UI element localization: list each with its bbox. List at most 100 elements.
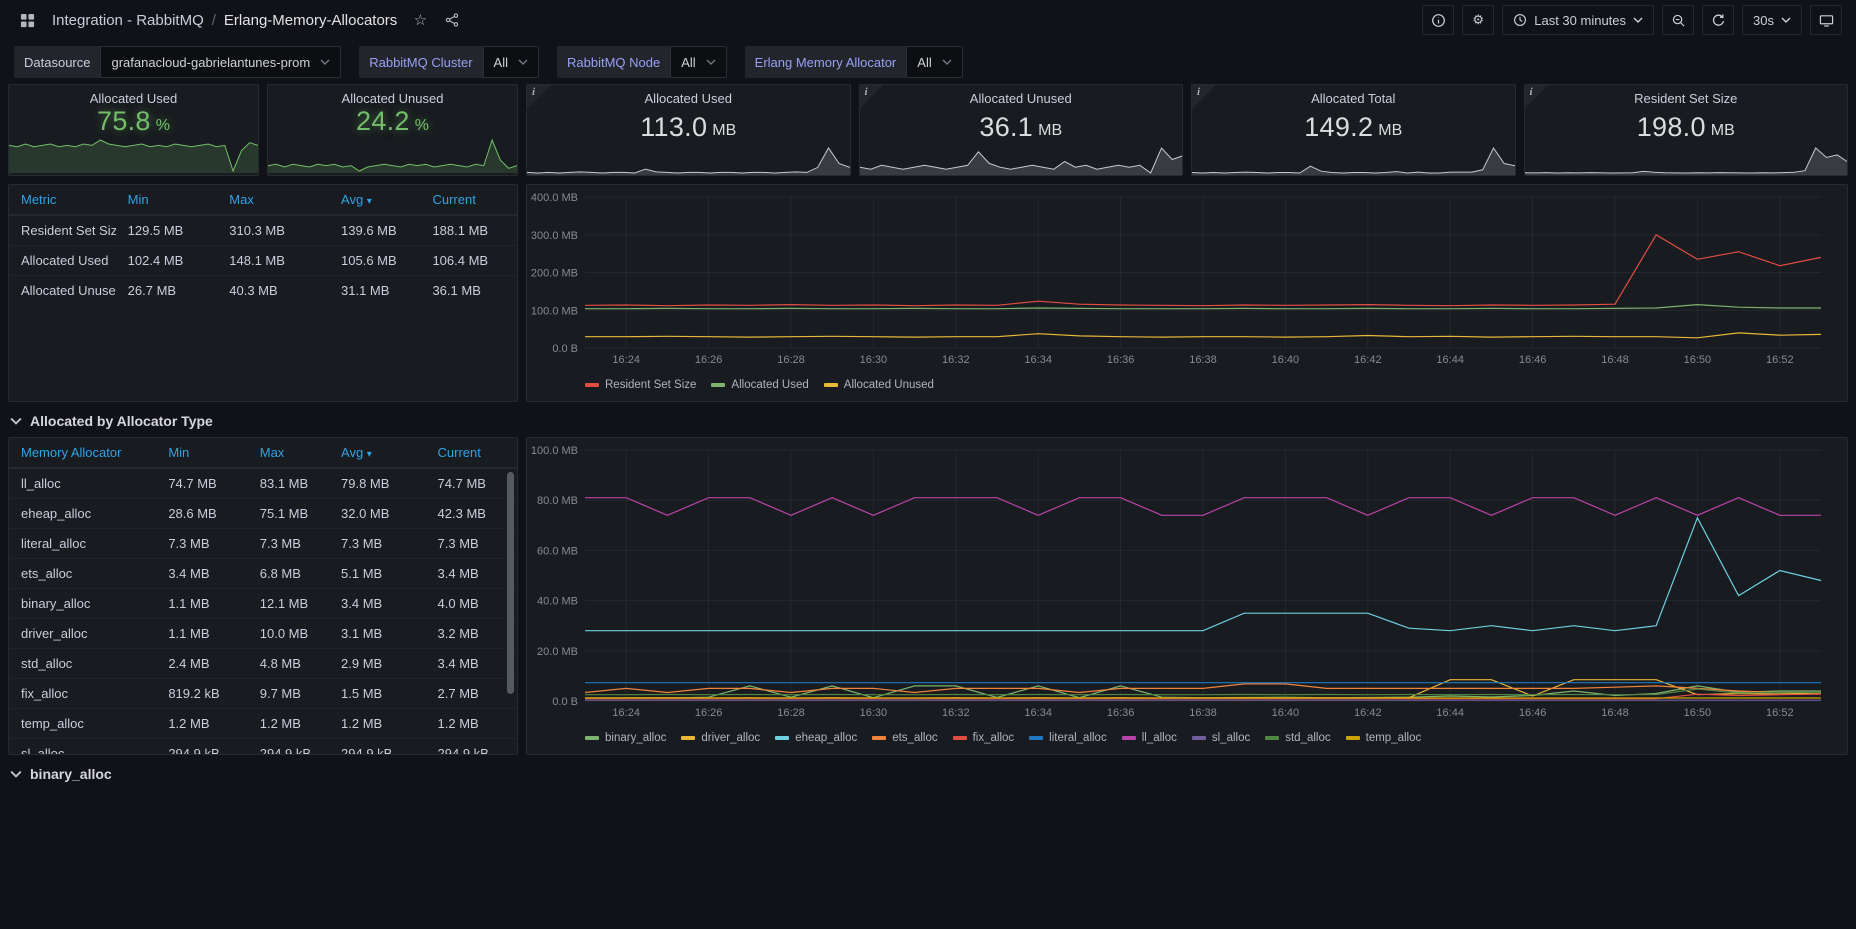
panel-title[interactable]: Allocated Used (9, 85, 258, 106)
column-header-min[interactable]: Min (116, 185, 218, 215)
legend-item-binary_alloc[interactable]: binary_alloc (585, 732, 666, 744)
svg-text:16:44: 16:44 (1436, 354, 1464, 366)
variable-label: RabbitMQ Node (557, 46, 670, 78)
legend-item-Resident Set Size[interactable]: Resident Set Size (585, 379, 696, 391)
stats-row: Allocated Used 75.8 % Allocated Unused 2… (8, 84, 1848, 176)
refresh-interval-picker[interactable]: 30s (1742, 5, 1802, 35)
legend-swatch (1029, 736, 1043, 740)
column-header-avg[interactable]: Avg ▾ (329, 438, 426, 468)
svg-text:400.0 MB: 400.0 MB (531, 192, 578, 204)
breadcrumb-dashboard[interactable]: Erlang-Memory-Allocators (224, 12, 397, 29)
panel-resident-set-size: i Resident Set Size 198.0 MB (1524, 84, 1849, 176)
memory-timeseries-chart[interactable]: 0.0 B100.0 MB200.0 MB300.0 MB400.0 MB16:… (527, 189, 1837, 372)
panel-title[interactable]: Resident Set Size (1525, 85, 1848, 109)
legend-item-literal_alloc[interactable]: literal_alloc (1029, 732, 1107, 744)
panel-allocated-unused-bytes: i Allocated Unused 36.1 MB (859, 84, 1184, 176)
allocator-table: Memory AllocatorMinMaxAvg ▾Currentll_all… (9, 438, 517, 755)
sparkline (1525, 145, 1848, 175)
table-row: ll_alloc74.7 MB83.1 MB79.8 MB74.7 MB (9, 468, 517, 499)
svg-text:0.0 B: 0.0 B (552, 343, 578, 355)
section-title: Allocated by Allocator Type (30, 413, 213, 429)
column-header-current[interactable]: Current (420, 185, 517, 215)
sort-caret-icon: ▾ (367, 196, 372, 207)
variable-value: All (917, 55, 931, 70)
legend-swatch (711, 383, 725, 387)
legend-swatch (824, 383, 838, 387)
time-range-picker[interactable]: Last 30 minutes (1502, 5, 1654, 35)
svg-text:16:26: 16:26 (695, 354, 723, 366)
legend-item-Allocated Used[interactable]: Allocated Used (711, 379, 808, 391)
share-icon[interactable] (439, 7, 465, 33)
legend-item-Allocated Unused[interactable]: Allocated Unused (824, 379, 934, 391)
legend-swatch (1346, 736, 1360, 740)
memory-chart-legend: Resident Set Size Allocated Used Allocated… (527, 372, 1837, 397)
panel-title[interactable]: Allocated Used (527, 85, 850, 109)
tv-view-icon[interactable] (1810, 5, 1842, 35)
rabbitmq-node-select[interactable]: All (670, 46, 726, 78)
legend-item-driver_alloc[interactable]: driver_alloc (681, 732, 760, 744)
star-icon[interactable]: ☆ (407, 7, 433, 33)
allocator-row: Memory AllocatorMinMaxAvg ▾Currentll_all… (8, 437, 1848, 755)
column-header-min[interactable]: Min (156, 438, 247, 468)
svg-text:60.0 MB: 60.0 MB (537, 545, 578, 557)
column-header-avg[interactable]: Avg ▾ (329, 185, 420, 215)
svg-text:16:40: 16:40 (1272, 354, 1300, 366)
legend-item-std_alloc[interactable]: std_alloc (1265, 732, 1330, 744)
table-scrollbar[interactable] (507, 472, 514, 694)
chevron-down-icon (10, 417, 22, 425)
legend-swatch (1192, 736, 1206, 740)
column-header-current[interactable]: Current (426, 438, 517, 468)
svg-text:16:36: 16:36 (1107, 354, 1135, 366)
svg-text:16:34: 16:34 (1024, 707, 1052, 719)
column-header-max[interactable]: Max (217, 185, 329, 215)
table-row: temp_alloc1.2 MB1.2 MB1.2 MB1.2 MB (9, 709, 517, 739)
svg-text:16:32: 16:32 (942, 707, 970, 719)
table-row: Allocated Used102.4 MB148.1 MB105.6 MB10… (9, 246, 517, 276)
refresh-icon[interactable] (1702, 5, 1734, 35)
erlang-memory-allocator-select[interactable]: All (906, 46, 962, 78)
dashboard-insights-icon[interactable] (1422, 5, 1454, 35)
apps-grid-icon[interactable] (14, 7, 40, 33)
svg-text:0.0 B: 0.0 B (552, 696, 578, 708)
allocator-timeseries-chart[interactable]: 0.0 B20.0 MB40.0 MB60.0 MB80.0 MB100.0 M… (527, 442, 1837, 725)
navbar: Integration - RabbitMQ / Erlang-Memory-A… (0, 0, 1856, 40)
panel-title[interactable]: Allocated Unused (860, 85, 1183, 109)
memory-table: MetricMinMaxAvg ▾CurrentResident Set Siz… (9, 185, 517, 305)
breadcrumb-folder[interactable]: Integration - RabbitMQ (52, 12, 204, 29)
memory-row: MetricMinMaxAvg ▾Current Resident Set Siz… (8, 184, 1848, 402)
svg-text:16:38: 16:38 (1189, 354, 1217, 366)
panel-allocated-used-bytes: i Allocated Used 113.0 MB (526, 84, 851, 176)
sparkline (527, 145, 850, 175)
settings-gear-icon[interactable]: ⚙ (1462, 5, 1494, 35)
legend-item-ets_alloc[interactable]: ets_alloc (872, 732, 937, 744)
panel-allocated-total: i Allocated Total 149.2 MB (1191, 84, 1516, 176)
column-header-metric[interactable]: Metric (9, 185, 116, 215)
section-binary-alloc[interactable]: binary_alloc (10, 764, 1846, 784)
variable-datasource: Datasource grafanacloud-gabrielantunes-p… (14, 46, 341, 78)
rabbitmq-cluster-select[interactable]: All (483, 46, 539, 78)
section-allocated-by-allocator-type[interactable]: Allocated by Allocator Type (10, 411, 1846, 431)
legend-item-sl_alloc[interactable]: sl_alloc (1192, 732, 1250, 744)
dashboard: Allocated Used 75.8 % Allocated Unused 2… (0, 84, 1856, 784)
column-header-max[interactable]: Max (248, 438, 329, 468)
legend-item-eheap_alloc[interactable]: eheap_alloc (775, 732, 857, 744)
panel-title[interactable]: Allocated Unused (268, 85, 517, 106)
chevron-down-icon (942, 59, 952, 65)
stat-value: 75.8 % (9, 106, 258, 137)
legend-item-fix_alloc[interactable]: fix_alloc (953, 732, 1015, 744)
svg-text:16:44: 16:44 (1436, 707, 1464, 719)
svg-text:16:42: 16:42 (1354, 707, 1382, 719)
chevron-down-icon (1781, 17, 1791, 23)
zoom-out-icon[interactable] (1662, 5, 1694, 35)
legend-item-ll_alloc[interactable]: ll_alloc (1122, 732, 1177, 744)
chevron-down-icon (518, 59, 528, 65)
svg-text:16:52: 16:52 (1766, 707, 1794, 719)
legend-item-temp_alloc[interactable]: temp_alloc (1346, 732, 1422, 744)
sparkline (9, 137, 258, 175)
table-row: driver_alloc1.1 MB10.0 MB3.1 MB3.2 MB (9, 619, 517, 649)
svg-text:16:48: 16:48 (1601, 707, 1629, 719)
column-header-memory-allocator[interactable]: Memory Allocator (9, 438, 156, 468)
panel-title[interactable]: Allocated Total (1192, 85, 1515, 109)
legend-swatch (953, 736, 967, 740)
datasource-select[interactable]: grafanacloud-gabrielantunes-prom (100, 46, 341, 78)
